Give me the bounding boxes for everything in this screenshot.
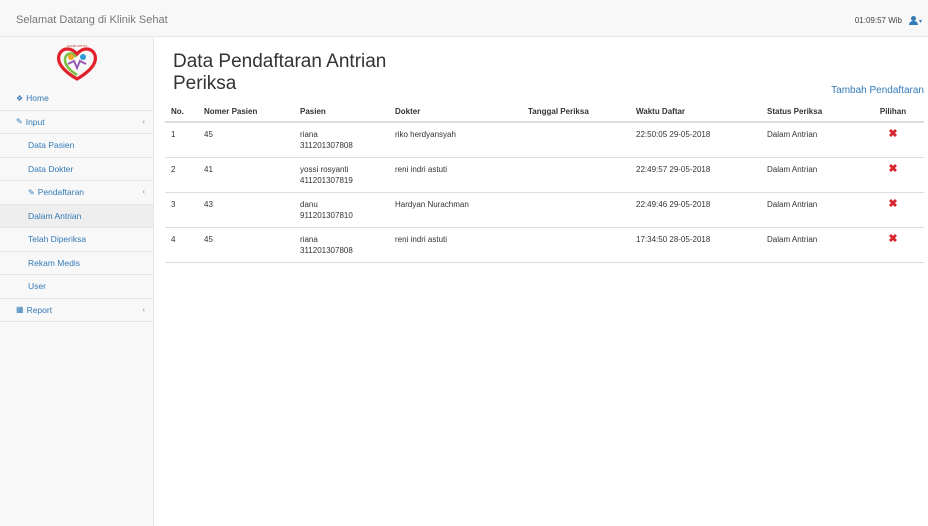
table-row: 2 41 yossi rosyanti 411201307819 reni ind… [165, 157, 924, 193]
brand-title[interactable]: Selamat Datang di Klinik Sehat [16, 14, 168, 26]
cell-nomer-pasien: 41 [198, 157, 294, 193]
cell-nomer-pasien: 43 [198, 192, 294, 228]
cell-tanggal-periksa [522, 227, 630, 263]
cell-waktu-daftar: 22:49:57 29-05-2018 [630, 157, 761, 193]
patient-name: yossi rosyanti [300, 165, 349, 174]
navbar-right: 01:09:57 Wib ▾ [855, 16, 922, 25]
col-header-no: No. [165, 102, 198, 123]
col-header-waktu-daftar: Waktu Daftar [630, 102, 761, 123]
col-header-pilihan: Pilihan [862, 102, 924, 123]
sidebar-item-report[interactable]: ▦ Report ‹ [0, 299, 153, 322]
caret-down-icon: ▾ [918, 19, 922, 25]
cell-waktu-daftar: 22:50:05 29-05-2018 [630, 122, 761, 158]
col-header-nomer-pasien: Nomer Pasien [198, 102, 294, 123]
page-title: Data Pendaftaran Antrian Periksa [173, 51, 387, 94]
delete-icon[interactable]: ✖ [888, 234, 897, 245]
col-header-status-periksa: Status Periksa [761, 102, 862, 123]
table-row: 3 43 danu 911201307810 Hardyan Nurachman … [165, 192, 924, 228]
sidebar-item-home[interactable]: ❖ Home [0, 87, 153, 111]
top-navbar: Selamat Datang di Klinik Sehat 01:09:57 … [0, 0, 928, 37]
cell-status: Dalam Antrian [761, 157, 862, 193]
cell-tanggal-periksa [522, 192, 630, 228]
sidebar-item-rekam-medis[interactable]: Rekam Medis [0, 252, 153, 275]
cell-waktu-daftar: 17:34:50 28-05-2018 [630, 227, 761, 263]
patient-id: 311201307808 [300, 141, 353, 150]
cell-dokter: reni indri astuti [389, 157, 522, 193]
cell-pasien: danu 911201307810 [294, 192, 389, 228]
table-header-row: No. Nomer Pasien Pasien Dokter Tanggal P… [165, 102, 924, 123]
sidebar-item-label: Pendaftaran [37, 187, 85, 198]
clock-text: 01:09:57 Wib [854, 16, 902, 25]
cell-status: Dalam Antrian [761, 192, 862, 228]
delete-icon[interactable]: ✖ [888, 129, 897, 140]
sidebar-item-telah-diperiksa[interactable]: Telah Diperiksa [0, 228, 153, 252]
main-content: Data Pendaftaran Antrian Periksa Tambah … [155, 37, 928, 526]
logo-container: KLINIK SEHAT [0, 37, 153, 87]
cell-pilihan: ✖ [862, 192, 924, 228]
sidebar-item-pendaftaran[interactable]: ✎ Pendaftaran ‹ [0, 181, 153, 205]
sidebar-item-data-pasien[interactable]: Data Pasien [0, 134, 153, 158]
patient-name: riana [300, 130, 318, 139]
cell-pasien: riana 311201307808 [294, 122, 389, 158]
cell-dokter: riko herdyansyah [389, 122, 522, 158]
sidebar-item-input[interactable]: ✎ Input ‹ [0, 111, 153, 134]
patient-name: riana [300, 235, 318, 244]
chevron-left-icon: ‹ [142, 304, 145, 314]
home-icon: ❖ [16, 93, 24, 103]
edit-icon: ✎ [28, 187, 35, 197]
user-menu-toggle[interactable]: ▾ [908, 16, 922, 25]
cell-no: 3 [165, 192, 198, 228]
cell-nomer-pasien: 45 [198, 122, 294, 158]
chevron-left-icon: ‹ [142, 116, 145, 126]
sidebar-item-label: User [28, 281, 46, 292]
cell-no: 4 [165, 227, 198, 263]
sidebar: KLINIK SEHAT ❖ Home ✎ Input ‹ Data Pasie… [0, 37, 154, 526]
cell-status: Dalam Antrian [761, 122, 862, 158]
table-row: 4 45 riana 311201307808 reni indri astuti… [165, 227, 924, 263]
sidebar-item-label: Report [26, 304, 53, 315]
sidebar-item-label: Rekam Medis [28, 257, 80, 268]
cell-tanggal-periksa [522, 122, 630, 158]
sidebar-item-label: Telah Diperiksa [28, 234, 87, 245]
patient-id: 911201307810 [300, 211, 353, 220]
add-registration-link[interactable]: Tambah Pendaftaran [831, 85, 924, 96]
sidebar-item-label: Home [26, 93, 49, 104]
patient-name: danu [300, 200, 318, 209]
sidebar-item-dalam-antrian[interactable]: Dalam Antrian [0, 204, 153, 228]
queue-table: No. Nomer Pasien Pasien Dokter Tanggal P… [165, 102, 924, 263]
edit-icon: ✎ [16, 117, 23, 127]
clinic-logo-heart: KLINIK SEHAT [56, 44, 97, 81]
cell-pilihan: ✖ [862, 122, 924, 158]
col-header-tanggal-periksa: Tanggal Periksa [522, 102, 630, 123]
sidebar-item-data-dokter[interactable]: Data Dokter [0, 158, 153, 181]
sidebar-item-label: Data Pasien [28, 140, 75, 151]
table-row: 1 45 riana 311201307808 riko herdyansyah … [165, 122, 924, 158]
cell-dokter: Hardyan Nurachman [389, 192, 522, 228]
cell-waktu-daftar: 22:49:46 29-05-2018 [630, 192, 761, 228]
cell-nomer-pasien: 45 [198, 227, 294, 263]
sidebar-item-label: Dalam Antrian [28, 210, 82, 221]
cell-pilihan: ✖ [862, 227, 924, 263]
user-icon [908, 16, 918, 25]
cell-dokter: reni indri astuti [389, 227, 522, 263]
patient-id: 411201307819 [300, 176, 353, 185]
chevron-left-icon: ‹ [142, 187, 145, 196]
sidebar-item-user[interactable]: User [0, 275, 153, 299]
delete-icon[interactable]: ✖ [888, 164, 897, 175]
svg-text:KLINIK SEHAT: KLINIK SEHAT [66, 44, 86, 48]
col-header-pasien: Pasien [294, 102, 389, 123]
cell-pasien: riana 311201307808 [294, 227, 389, 263]
cell-no: 1 [165, 122, 198, 158]
sidebar-item-label: Data Dokter [28, 163, 74, 174]
sidebar-item-label: Input [25, 116, 45, 127]
cell-pilihan: ✖ [862, 157, 924, 193]
delete-icon[interactable]: ✖ [888, 199, 897, 210]
patient-id: 311201307808 [300, 246, 353, 255]
cell-tanggal-periksa [522, 157, 630, 193]
cell-no: 2 [165, 157, 198, 193]
cell-pasien: yossi rosyanti 411201307819 [294, 157, 389, 193]
col-header-dokter: Dokter [389, 102, 522, 123]
table-icon: ▦ [16, 305, 24, 315]
cell-status: Dalam Antrian [761, 227, 862, 263]
